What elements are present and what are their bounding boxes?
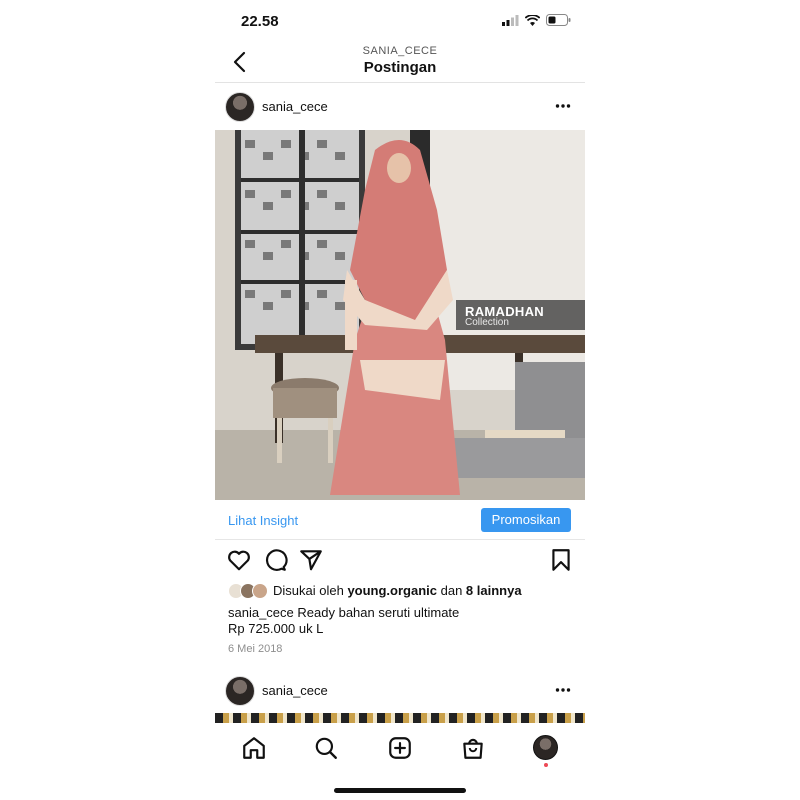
liker-avatars	[228, 582, 270, 600]
overlay-subtitle: Collection	[465, 317, 509, 328]
more-horizontal-icon[interactable]	[555, 103, 571, 109]
heart-icon[interactable]	[226, 547, 252, 573]
liker-avatar	[252, 583, 268, 599]
status-icons	[502, 14, 571, 26]
caption-text: Ready bahan seruti ultimate	[293, 605, 460, 620]
caption-line-2: Rp 725.000 uk L	[228, 621, 324, 636]
post-image[interactable]: RAMADHAN Collection	[215, 130, 585, 500]
avatar[interactable]	[225, 92, 255, 122]
profile-avatar[interactable]	[533, 735, 558, 760]
battery-icon	[546, 14, 571, 26]
notification-dot	[544, 763, 548, 767]
view-insights-link[interactable]: Lihat Insight	[228, 513, 298, 528]
caption-username[interactable]: sania_cece	[228, 605, 294, 620]
status-bar: 22.58	[215, 0, 585, 40]
page-title: Postingan	[363, 59, 437, 76]
next-post-username[interactable]: sania_cece	[262, 683, 328, 698]
home-indicator	[334, 788, 466, 793]
paper-plane-icon[interactable]	[298, 547, 324, 573]
post-username[interactable]: sania_cece	[262, 99, 328, 114]
add-post-icon[interactable]	[387, 735, 413, 761]
bottom-nav	[215, 723, 585, 773]
search-icon[interactable]	[313, 735, 339, 761]
home-icon[interactable]	[241, 735, 267, 761]
insight-bar: Lihat Insight Promosikan	[215, 505, 585, 540]
next-post-image-preview[interactable]	[215, 713, 585, 723]
more-horizontal-icon[interactable]	[555, 687, 571, 693]
post-date: 6 Mei 2018	[228, 643, 283, 655]
post-actions	[215, 547, 585, 575]
likes-text: Disukai oleh young.organic dan 8 lainnya	[273, 583, 522, 598]
post-header: sania_cece	[215, 83, 585, 131]
comment-icon[interactable]	[262, 547, 288, 573]
likes-summary[interactable]: Disukai oleh young.organic dan 8 lainnya	[228, 582, 578, 600]
likes-prefix: Disukai oleh	[273, 583, 348, 598]
shop-icon[interactable]	[460, 735, 486, 761]
bookmark-icon[interactable]	[548, 547, 574, 573]
wifi-icon	[525, 14, 540, 26]
avatar[interactable]	[225, 676, 255, 706]
liker-username[interactable]: young.organic	[347, 583, 437, 598]
likes-middle: dan	[437, 583, 466, 598]
image-overlay-label: RAMADHAN Collection	[456, 300, 585, 330]
phone-screen: 22.58 SANIA_CECE Postingan sania_cece RA…	[215, 0, 585, 800]
signal-icon	[502, 14, 519, 26]
top-header: SANIA_CECE Postingan	[215, 42, 585, 83]
promote-button[interactable]: Promosikan	[481, 508, 571, 532]
likes-others[interactable]: 8 lainnya	[466, 583, 522, 598]
post-caption: sania_cece Ready bahan seruti ultimate R…	[228, 605, 573, 637]
header-username: SANIA_CECE	[362, 45, 438, 57]
next-post-header: sania_cece	[215, 666, 585, 714]
caption-line-1: sania_cece Ready bahan seruti ultimate	[228, 605, 573, 621]
status-time: 22.58	[241, 13, 279, 30]
